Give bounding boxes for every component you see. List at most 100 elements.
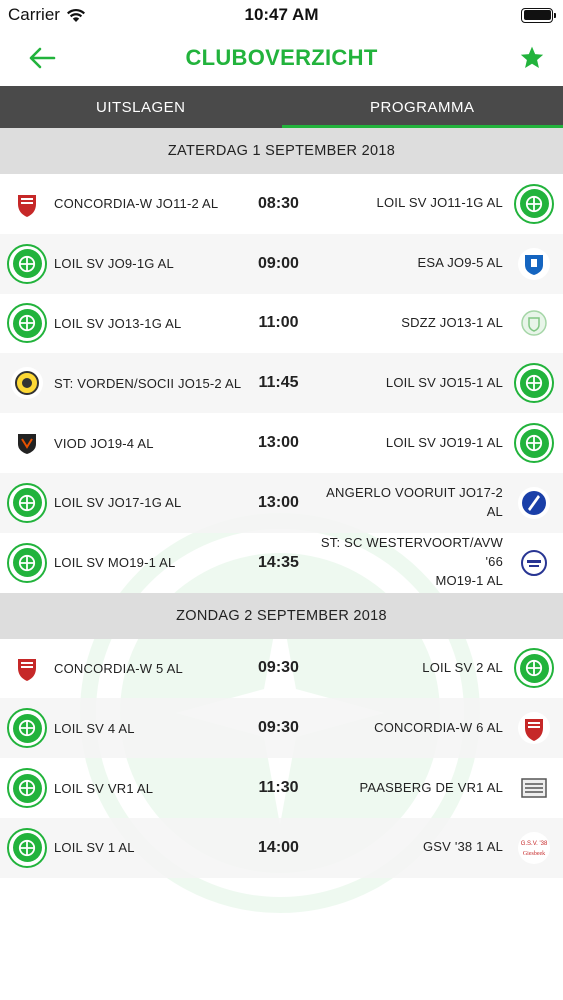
- home-logo: [0, 473, 54, 533]
- match-row[interactable]: LOIL SV JO17-1G AL 13:00 ANGERLO VOORUIT…: [0, 472, 563, 533]
- loil-sv-logo-icon: [514, 183, 554, 224]
- away-team: SDZZ JO13-1 AL: [401, 315, 503, 331]
- loil-sv-logo-icon: [7, 542, 47, 583]
- home-logo: [0, 818, 54, 878]
- westervoort-logo-icon: [518, 546, 550, 579]
- away-team: LOIL SV JO15-1 AL: [385, 374, 503, 390]
- loil-sv-logo-icon: [514, 423, 554, 464]
- loil-sv-logo-icon: [7, 303, 47, 344]
- carrier-label: Carrier: [8, 5, 60, 24]
- paasberg-logo-icon: [518, 772, 550, 805]
- away-logo: [505, 174, 563, 234]
- home-team: CONCORDIA-W JO11-2 AL: [54, 196, 219, 212]
- away-logo: [505, 353, 563, 413]
- day-label: ZONDAG 2 SEPTEMBER 2018: [176, 607, 387, 624]
- away-logo: [505, 413, 563, 473]
- match-row[interactable]: LOIL SV JO9-1G AL 09:00 ESA JO9-5 AL: [0, 233, 563, 294]
- away-team: ST: SC WESTERVOORT/AVW '66 MO19-1 AL: [314, 534, 506, 591]
- home-logo: [0, 758, 54, 818]
- match-time: 14:35: [258, 553, 299, 571]
- angerlo-vooruit-logo-icon: [518, 486, 550, 519]
- home-team: LOIL SV MO19-1 AL: [54, 555, 176, 571]
- away-team-line-1: ST: SC WESTERVOORT/AVW '66: [320, 535, 503, 570]
- schedule-list[interactable]: ZATERDAG 1 SEPTEMBER 2018 CONCORDIA-W JO…: [0, 128, 563, 1000]
- match-row[interactable]: LOIL SV VR1 AL 11:30 PAASBERG DE VR1 AL: [0, 758, 563, 818]
- away-team: ESA JO9-5 AL: [417, 255, 503, 271]
- tab-uitslagen[interactable]: UITSLAGEN: [0, 86, 282, 128]
- match-time: 13:00: [258, 493, 299, 511]
- tab-bar: UITSLAGEN PROGRAMMA: [0, 86, 563, 128]
- match-row[interactable]: VIOD JO19-4 AL 13:00 LOIL SV JO19-1 AL: [0, 413, 563, 473]
- home-logo: [0, 698, 54, 758]
- home-team: ST: VORDEN/SOCII JO15-2 AL: [54, 375, 242, 391]
- vorden-logo-icon: [11, 367, 43, 400]
- loil-sv-logo-icon: [7, 708, 47, 749]
- match-time: 14:00: [258, 838, 299, 856]
- match-time: 09:30: [258, 659, 299, 677]
- match-time: 13:00: [258, 434, 299, 452]
- loil-sv-logo-icon: [7, 827, 47, 868]
- home-logo: [0, 294, 54, 354]
- match-row[interactable]: LOIL SV 1 AL 14:00 GSV '38 1 AL G.S.V. '…: [0, 817, 563, 878]
- match-time: 08:30: [258, 194, 299, 212]
- match-time: 11:00: [258, 314, 299, 332]
- match-row[interactable]: ST: VORDEN/SOCII JO15-2 AL 11:45 LOIL SV…: [0, 353, 563, 414]
- away-team: ANGERLO VOORUIT JO17-2 AL: [326, 485, 503, 519]
- match-time: 11:45: [258, 374, 299, 392]
- away-logo: [505, 473, 563, 533]
- away-logo: [505, 758, 563, 818]
- status-bar: Carrier 10:47 AM: [0, 0, 563, 30]
- back-button[interactable]: [28, 47, 56, 69]
- tab-programma[interactable]: PROGRAMMA: [281, 86, 563, 128]
- away-logo: [505, 639, 563, 699]
- home-team: LOIL SV VR1 AL: [54, 780, 154, 796]
- home-team: LOIL SV JO17-1G AL: [54, 495, 182, 511]
- loil-sv-logo-icon: [514, 648, 554, 689]
- day-header: ZATERDAG 1 SEPTEMBER 2018: [0, 128, 563, 174]
- concordia-w-logo-icon: [11, 187, 43, 220]
- battery-icon: [521, 7, 556, 23]
- gsv-logo-text-2: Giesbeek: [523, 851, 545, 857]
- match-row[interactable]: LOIL SV MO19-1 AL 14:35 ST: SC WESTERVOO…: [0, 533, 563, 593]
- wifi-icon: [66, 8, 85, 22]
- status-left: Carrier: [8, 5, 86, 25]
- match-time: 09:30: [258, 719, 299, 737]
- star-icon: [520, 46, 544, 68]
- away-logo: [505, 533, 563, 593]
- tab-programma-label: PROGRAMMA: [369, 98, 475, 116]
- gsv-logo-text-1: G.S.V. '38: [521, 841, 548, 847]
- away-team-line-2: MO19-1 AL: [435, 573, 503, 589]
- day-label: ZATERDAG 1 SEPTEMBER 2018: [167, 143, 396, 159]
- tab-uitslagen-label: UITSLAGEN: [95, 98, 186, 116]
- home-logo: [0, 234, 54, 294]
- nav-bar: CLUBOVERZICHT: [0, 30, 563, 86]
- match-row[interactable]: CONCORDIA-W 5 AL 09:30 LOIL SV 2 AL: [0, 639, 563, 699]
- home-team: LOIL SV 1 AL: [54, 840, 135, 856]
- home-team: LOIL SV 4 AL: [54, 720, 135, 736]
- home-team: LOIL SV JO13-1G AL: [54, 315, 182, 331]
- match-row[interactable]: CONCORDIA-W JO11-2 AL 08:30 LOIL SV JO11…: [0, 174, 563, 234]
- match-row[interactable]: LOIL SV JO13-1G AL 11:00 SDZZ JO13-1 AL: [0, 294, 563, 354]
- away-team: LOIL SV 2 AL: [422, 660, 503, 676]
- home-team: LOIL SV JO9-1G AL: [54, 256, 174, 272]
- match-row[interactable]: LOIL SV 4 AL 09:30 CONCORDIA-W 6 AL: [0, 698, 563, 759]
- home-logo: [0, 353, 54, 413]
- away-team: LOIL SV JO19-1 AL: [385, 434, 503, 450]
- loil-sv-logo-icon: [514, 363, 554, 404]
- gsv-38-logo-icon: G.S.V. '38 Giesbeek: [518, 831, 550, 864]
- home-team: VIOD JO19-4 AL: [54, 435, 154, 451]
- page-title: CLUBOVERZICHT: [185, 45, 378, 70]
- away-team: LOIL SV JO11-1G AL: [376, 195, 503, 211]
- away-team: CONCORDIA-W 6 AL: [374, 719, 503, 735]
- away-team: GSV '38 1 AL: [422, 839, 503, 855]
- arrow-left-icon: [29, 47, 56, 69]
- home-logo: [0, 413, 54, 473]
- favorite-button[interactable]: [519, 45, 545, 71]
- match-time: 11:30: [258, 779, 299, 797]
- viod-logo-icon: [11, 427, 43, 460]
- home-team: CONCORDIA-W 5 AL: [54, 660, 183, 676]
- away-logo: [505, 234, 563, 294]
- concordia-w-logo-icon: [11, 652, 43, 685]
- sdzz-logo-icon: [518, 307, 550, 340]
- match-time: 09:00: [258, 254, 299, 272]
